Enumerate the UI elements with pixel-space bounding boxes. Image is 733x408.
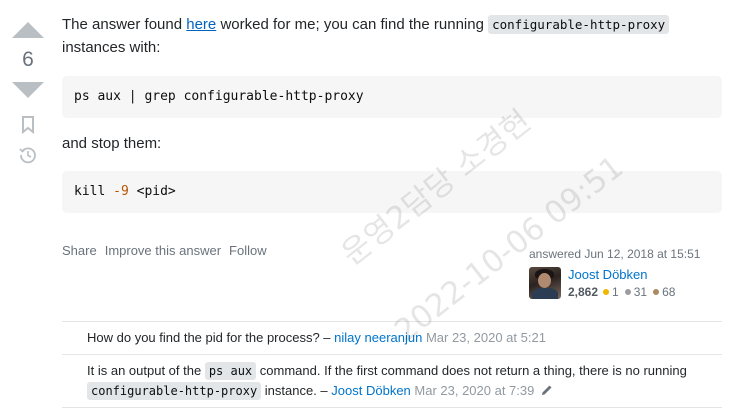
upvote-arrow-icon <box>12 22 44 38</box>
code-kill-arg: <pid> <box>128 184 176 199</box>
comment-user-link[interactable]: nilay neeranjun <box>334 330 422 345</box>
user-flair: 2,862 1 31 68 <box>568 283 675 301</box>
comments-section: How do you find the pid for the process?… <box>62 321 722 408</box>
comment-inline-code: ps aux <box>204 362 257 380</box>
upvote-button[interactable] <box>8 20 48 40</box>
here-link[interactable]: here <box>186 16 216 33</box>
bookmark-icon <box>22 116 34 134</box>
intro-end-text: instances with: <box>62 39 161 56</box>
comment: It is an output of the ps aux command. I… <box>62 355 722 408</box>
silver-badge-icon <box>624 289 631 295</box>
intro-text-2: worked for me; you can find the running <box>216 16 489 33</box>
reputation-score: 2,862 <box>568 285 599 299</box>
history-button[interactable] <box>18 144 38 166</box>
user-name-link[interactable]: Joost Döbken <box>568 267 675 283</box>
improve-answer-link[interactable]: Improve this answer <box>105 243 221 258</box>
intro-text: The answer found <box>62 16 187 33</box>
answered-date: answered Jun 12, 2018 at 15:51 <box>529 247 701 261</box>
bookmark-button[interactable] <box>21 114 35 136</box>
silver-badge-count: 31 <box>633 285 648 299</box>
history-icon <box>19 147 36 164</box>
gold-badge-count: 1 <box>612 285 619 299</box>
stop-text: and stop them: <box>62 135 162 152</box>
code-kill-cmd: kill <box>74 184 114 199</box>
code-block-grep: ps aux | grep configurable-http-proxy <box>62 76 722 118</box>
follow-link[interactable]: Follow <box>229 243 267 258</box>
comment-inline-code-2: configurable-http-proxy <box>87 382 262 400</box>
code-block-kill: kill -9 <pid> <box>62 171 722 213</box>
user-signature: answered Jun 12, 2018 at 15:51 Joost Döb… <box>529 247 729 301</box>
code-kill-signal: -9 <box>113 184 129 199</box>
comment-text: It is an output of the <box>87 363 205 378</box>
answer-body: The answer found here worked for me; you… <box>62 13 722 213</box>
comment-date[interactable]: Mar 23, 2020 at 5:21 <box>422 330 546 345</box>
comment-text: How do you find the pid for the process?… <box>87 330 335 345</box>
intro-paragraph: The answer found here worked for me; you… <box>62 13 722 59</box>
comment-text-3: instance. – <box>261 383 332 398</box>
comment: How do you find the pid for the process?… <box>62 322 722 355</box>
avatar[interactable] <box>529 267 561 299</box>
vote-column: 6 <box>8 20 48 166</box>
vote-count: 6 <box>22 48 34 71</box>
bronze-badge-count: 68 <box>662 285 676 299</box>
comment-date[interactable]: Mar 23, 2020 at 7:39 <box>411 383 534 398</box>
downvote-button[interactable] <box>8 80 48 100</box>
share-link[interactable]: Share <box>62 243 97 258</box>
post-actions: Share Improve this answer Follow <box>62 243 267 258</box>
edit-pencil-icon[interactable] <box>541 384 553 396</box>
bronze-badge-icon <box>653 289 660 295</box>
comment-user-link[interactable]: Joost Döbken <box>331 383 411 398</box>
gold-badge-icon <box>603 289 610 295</box>
comment-text-2: command. If the first command does not r… <box>256 363 687 378</box>
inline-code: configurable-http-proxy <box>488 15 670 34</box>
downvote-arrow-icon <box>12 82 44 98</box>
